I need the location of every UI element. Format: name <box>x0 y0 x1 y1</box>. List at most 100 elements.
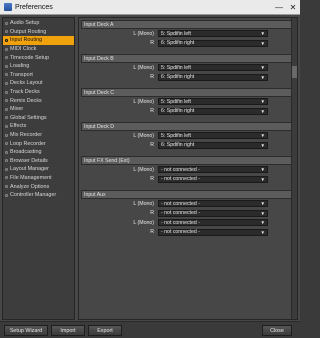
sidebar-item-transport[interactable]: Transport <box>3 71 74 80</box>
sidebar-item-mixer[interactable]: Mixer <box>3 105 74 114</box>
sidebar-item-label: Browser Details <box>10 157 48 164</box>
close-button[interactable]: Close <box>262 325 292 336</box>
sidebar-item-mix-recorder[interactable]: Mix Recorder <box>3 131 74 140</box>
input-channel-select[interactable]: - not connected - ▼ <box>158 166 268 174</box>
bullet-icon <box>5 81 8 85</box>
input-channel-select[interactable]: - not connected - ▼ <box>158 228 268 236</box>
scrollbar-thumb[interactable] <box>292 66 297 78</box>
chevron-down-icon: ▼ <box>260 220 265 226</box>
sidebar-item-global-settings[interactable]: Global Settings <box>3 114 74 123</box>
input-channel-select[interactable]: 5: Spdifin left ▼ <box>158 98 268 106</box>
input-channel-select[interactable]: 6: Spdifin right ▼ <box>158 73 268 81</box>
sidebar-item-effects[interactable]: Effects <box>3 122 74 131</box>
export-button[interactable]: Export <box>88 325 122 336</box>
bullet-icon <box>5 21 8 25</box>
sidebar-item-label: Input Routing <box>10 37 43 44</box>
sidebar-item-audio-setup[interactable]: Audio Setup <box>3 19 74 28</box>
setup-wizard-button[interactable]: Setup Wizard <box>4 325 48 336</box>
input-channel-select[interactable]: - not connected - ▼ <box>158 219 268 227</box>
routing-section: Input Deck BL (Mono) 5: Spdifin left ▼ R 6: … <box>81 54 294 82</box>
bullet-icon <box>5 193 8 197</box>
sidebar-item-label: Track Decks <box>10 89 40 96</box>
bullet-icon <box>5 64 8 68</box>
sidebar-item-decks-layout[interactable]: Decks Layout <box>3 79 74 88</box>
sidebar-item-browser-details[interactable]: Browser Details <box>3 157 74 166</box>
channel-label: R <box>150 229 154 236</box>
routing-row: L (Mono) 5: Spdifin left ▼ <box>81 29 294 39</box>
sidebar-item-layout-manager[interactable]: Layout Manager <box>3 165 74 174</box>
routing-row: L (Mono) 5: Spdifin left ▼ <box>81 63 294 73</box>
routing-row: L (Mono) - not connected - ▼ <box>81 199 294 209</box>
sidebar-item-output-routing[interactable]: Output Routing <box>3 28 74 37</box>
routing-row: R 6: Spdifin right ▼ <box>81 107 294 117</box>
routing-row: L (Mono) - not connected - ▼ <box>81 165 294 175</box>
select-value: - not connected - <box>161 200 200 207</box>
sidebar-item-label: MIDI Clock <box>10 46 37 53</box>
input-channel-select[interactable]: 6: Spdifin right ▼ <box>158 107 268 115</box>
sidebar-item-controller-manager[interactable]: Controller Manager <box>3 191 74 200</box>
routing-row: R - not connected - ▼ <box>81 209 294 219</box>
sidebar-item-label: Remix Decks <box>10 97 42 104</box>
bullet-icon <box>5 30 8 34</box>
panel-scrollbar[interactable] <box>291 18 297 319</box>
routing-section: Input Deck AL (Mono) 5: Spdifin left ▼ R 6: … <box>81 20 294 48</box>
sidebar-item-label: Output Routing <box>10 28 47 35</box>
sidebar-item-track-decks[interactable]: Track Decks <box>3 88 74 97</box>
bullet-icon <box>5 56 8 60</box>
bullet-icon <box>5 142 8 146</box>
select-value: 5: Spdifin left <box>161 64 191 71</box>
routing-row: L (Mono) 5: Spdifin left ▼ <box>81 131 294 141</box>
sidebar-item-label: Broadcasting <box>10 149 42 156</box>
minimize-icon[interactable]: — <box>272 0 286 14</box>
input-channel-select[interactable]: 6: Spdifin right ▼ <box>158 141 268 149</box>
sidebar-item-label: Global Settings <box>10 114 47 121</box>
chevron-down-icon: ▼ <box>260 31 265 37</box>
sidebar-item-label: Timecode Setup <box>10 54 50 61</box>
sidebar-item-input-routing[interactable]: Input Routing <box>3 36 74 45</box>
input-channel-select[interactable]: 5: Spdifin left ▼ <box>158 30 268 38</box>
close-icon[interactable]: ✕ <box>286 0 300 14</box>
chevron-down-icon: ▼ <box>260 40 265 46</box>
settings-panel: Input Deck AL (Mono) 5: Spdifin left ▼ R 6: … <box>78 17 298 320</box>
routing-row: L (Mono) - not connected - ▼ <box>81 218 294 228</box>
sidebar-item-file-management[interactable]: File Management <box>3 174 74 183</box>
sidebar-item-analyze-options[interactable]: Analyze Options <box>3 182 74 191</box>
sidebar-item-label: Loop Recorder <box>10 140 46 147</box>
channel-label: L (Mono) <box>133 200 154 207</box>
chevron-down-icon: ▼ <box>260 229 265 235</box>
sidebar-item-midi-clock[interactable]: MIDI Clock <box>3 45 74 54</box>
routing-section: Input Deck DL (Mono) 5: Spdifin left ▼ R 6: … <box>81 122 294 150</box>
input-channel-select[interactable]: 5: Spdifin left ▼ <box>158 64 268 72</box>
bullet-icon <box>5 38 8 42</box>
select-value: 6: Spdifin right <box>161 142 195 149</box>
input-channel-select[interactable]: - not connected - ▼ <box>158 200 268 208</box>
select-value: 6: Spdifin right <box>161 40 195 47</box>
routing-row: R 6: Spdifin right ▼ <box>81 141 294 151</box>
select-value: - not connected - <box>161 210 200 217</box>
chevron-down-icon: ▼ <box>260 176 265 182</box>
input-channel-select[interactable]: 5: Spdifin left ▼ <box>158 132 268 140</box>
sidebar-item-label: Loading <box>10 63 30 70</box>
sidebar-item-label: Audio Setup <box>10 20 40 27</box>
routing-row: L (Mono) 5: Spdifin left ▼ <box>81 97 294 107</box>
sidebar-item-loading[interactable]: Loading <box>3 62 74 71</box>
sidebar-item-timecode-setup[interactable]: Timecode Setup <box>3 53 74 62</box>
section-header: Input Deck A <box>81 20 294 29</box>
bullet-icon <box>5 133 8 137</box>
input-channel-select[interactable]: - not connected - ▼ <box>158 175 268 183</box>
input-channel-select[interactable]: - not connected - ▼ <box>158 209 268 217</box>
bullet-icon <box>5 185 8 189</box>
input-channel-select[interactable]: 6: Spdifin right ▼ <box>158 39 268 47</box>
channel-label: R <box>150 142 154 149</box>
sidebar-item-remix-decks[interactable]: Remix Decks <box>3 96 74 105</box>
chevron-down-icon: ▼ <box>260 167 265 173</box>
sidebar-item-label: Controller Manager <box>10 192 57 199</box>
sidebar-item-label: Analyze Options <box>10 183 50 190</box>
sidebar-item-loop-recorder[interactable]: Loop Recorder <box>3 139 74 148</box>
import-button[interactable]: Import <box>51 325 85 336</box>
select-value: - not connected - <box>161 176 200 183</box>
section-header: Input Deck D <box>81 122 294 131</box>
preferences-window: Preferences — ✕ Audio Setup Output Routin… <box>0 0 300 338</box>
window-title: Preferences <box>15 3 53 11</box>
sidebar-item-broadcasting[interactable]: Broadcasting <box>3 148 74 157</box>
